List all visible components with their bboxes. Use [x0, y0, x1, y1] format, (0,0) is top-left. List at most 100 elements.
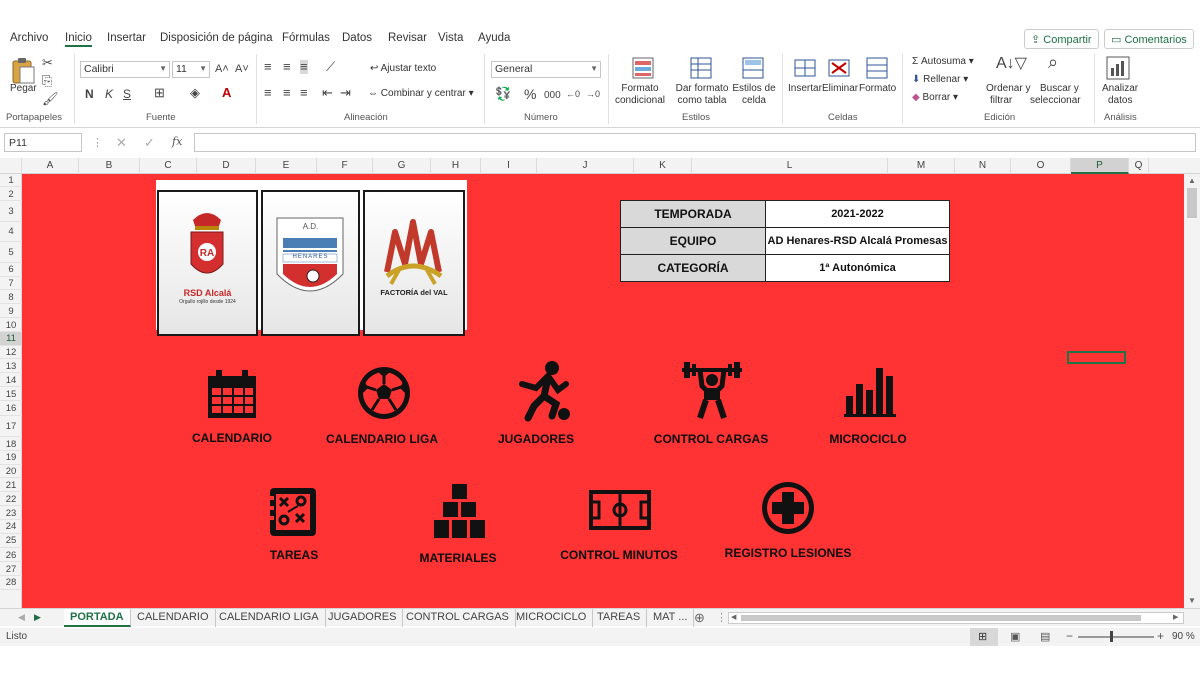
row-header[interactable]: 20 [0, 465, 22, 479]
copy-icon[interactable]: ⎘ [42, 74, 52, 88]
row-header[interactable]: 7 [0, 277, 22, 291]
underline-button[interactable]: S [123, 87, 131, 101]
scroll-down-icon[interactable]: ▼ [1188, 596, 1196, 605]
menu-formulas[interactable]: Fórmulas [282, 32, 330, 44]
cell-styles-label-2[interactable]: celda [730, 95, 778, 106]
italic-button[interactable]: K [105, 87, 113, 101]
row-header[interactable]: 10 [0, 319, 22, 332]
sheet-tab[interactable]: TAREAS [591, 609, 648, 627]
find-select-label-2[interactable]: seleccionar [1030, 95, 1081, 106]
zoom-thumb[interactable] [1110, 631, 1113, 642]
row-header[interactable]: 2 [0, 188, 22, 201]
page-break-icon[interactable]: ▤ [1040, 630, 1050, 643]
sort-filter-icon[interactable]: A↓▽ [996, 56, 1027, 72]
label-calendario[interactable]: CALENDARIO [192, 431, 272, 445]
category-value[interactable]: 1ª Autonómica [765, 254, 950, 282]
tile-control-cargas[interactable] [682, 360, 742, 423]
sheet-tab[interactable]: MICROCICLO [510, 609, 594, 627]
column-header[interactable]: P [1071, 158, 1129, 174]
currency-icon[interactable]: 💱 [495, 87, 511, 101]
fill-color-icon[interactable]: ◈ [190, 86, 200, 100]
zoom-out-icon[interactable]: − [1066, 629, 1073, 643]
selected-cell-p11[interactable] [1067, 351, 1126, 364]
cut-icon[interactable]: ✂ [42, 56, 53, 70]
row-header[interactable]: 6 [0, 263, 22, 277]
find-select-label-1[interactable]: Buscar y [1040, 83, 1079, 94]
tile-calendario[interactable] [206, 370, 258, 425]
menu-disposicion[interactable]: Disposición de página [160, 32, 273, 44]
decrease-indent-icon[interactable]: ⇤ [322, 86, 333, 100]
format-cells-label[interactable]: Formato [859, 83, 896, 94]
conditional-format-icon[interactable] [632, 57, 654, 82]
row-header[interactable]: 12 [0, 346, 22, 360]
menu-insertar[interactable]: Insertar [107, 32, 146, 44]
horizontal-scrollbar[interactable]: ◀ ▶ [728, 612, 1184, 624]
bold-button[interactable]: N [85, 87, 94, 101]
column-header[interactable]: D [197, 158, 256, 174]
normal-view-button[interactable]: ⊞ [970, 628, 998, 646]
row-header[interactable]: 3 [0, 202, 22, 222]
row-header[interactable]: 16 [0, 401, 22, 417]
comments-button[interactable]: ▭ Comentarios [1104, 29, 1194, 49]
row-header[interactable]: 18 [0, 438, 22, 451]
row-header[interactable]: 17 [0, 417, 22, 437]
delete-cells-icon[interactable] [828, 57, 852, 82]
tile-microciclo[interactable] [844, 364, 896, 421]
format-painter-icon[interactable]: 🖌 [42, 92, 59, 106]
insert-function-icon[interactable]: fx [172, 135, 182, 148]
decrease-decimal-icon[interactable]: →0 [586, 87, 600, 101]
increase-indent-icon[interactable]: ⇥ [340, 86, 351, 100]
search-icon[interactable]: ⌕ [1048, 53, 1058, 71]
percent-icon[interactable]: % [524, 87, 536, 101]
column-header[interactable]: I [481, 158, 537, 174]
number-format-select[interactable]: General ▼ [491, 61, 601, 78]
sort-filter-label-1[interactable]: Ordenar y [986, 83, 1030, 94]
cell-styles-icon[interactable] [742, 57, 766, 82]
column-header[interactable]: L [692, 158, 888, 174]
row-header[interactable]: 27 [0, 563, 22, 576]
prev-sheet-icon[interactable]: ◀ [18, 612, 25, 623]
name-box[interactable]: P11 [4, 133, 82, 152]
tile-calendario-liga[interactable] [356, 364, 412, 425]
scroll-left-icon[interactable]: ◀ [731, 613, 736, 621]
column-header[interactable]: A [22, 158, 79, 174]
format-table-icon[interactable] [690, 57, 714, 82]
label-tareas[interactable]: TAREAS [270, 548, 318, 562]
font-name-select[interactable]: Calibri ▼ [80, 61, 170, 78]
menu-archivo[interactable]: Archivo [10, 32, 48, 44]
column-header[interactable]: G [373, 158, 431, 174]
scroll-right-icon[interactable]: ▶ [1173, 613, 1178, 621]
paste-label[interactable]: Pegar [10, 83, 37, 94]
orientation-icon[interactable]: ⟋ [326, 60, 335, 74]
menu-vista[interactable]: Vista [438, 32, 463, 44]
label-calendario-liga[interactable]: CALENDARIO LIGA [326, 432, 438, 446]
confirm-icon[interactable]: ✓ [144, 135, 155, 151]
decrease-font-icon[interactable]: A˅ [235, 62, 249, 76]
sheet-tab[interactable]: JUGADORES [322, 609, 404, 627]
menu-ayuda[interactable]: Ayuda [478, 32, 510, 44]
align-center-icon[interactable]: ≡ [283, 86, 291, 100]
format-table-label-1[interactable]: Dar formato [674, 83, 730, 94]
vertical-scrollbar[interactable]: ▲ ▼ [1184, 174, 1200, 608]
sort-filter-label-2[interactable]: filtrar [990, 95, 1012, 106]
font-color-icon[interactable]: A [222, 86, 231, 100]
row-header[interactable]: 1 [0, 174, 22, 188]
tile-jugadores[interactable] [508, 360, 572, 425]
team-value[interactable]: AD Henares-RSD Alcalá Promesas [765, 227, 950, 255]
zoom-level[interactable]: 90 % [1172, 631, 1195, 642]
formula-input[interactable] [194, 133, 1196, 152]
row-header[interactable]: 4 [0, 222, 22, 243]
label-registro-lesiones[interactable]: REGISTRO LESIONES [725, 546, 852, 560]
align-bottom-icon[interactable]: ≡ [300, 60, 308, 74]
row-header[interactable]: 26 [0, 549, 22, 562]
sheet-tab[interactable]: CALENDARIO [131, 609, 216, 627]
menu-datos[interactable]: Datos [342, 32, 372, 44]
format-table-label-2[interactable]: como tabla [674, 95, 730, 106]
row-header[interactable]: 14 [0, 374, 22, 387]
label-microciclo[interactable]: MICROCICLO [829, 432, 906, 446]
delete-cells-label[interactable]: Eliminar [822, 83, 858, 94]
label-materiales[interactable]: MATERIALES [419, 551, 496, 565]
menu-inicio[interactable]: Inicio [65, 32, 92, 47]
share-button[interactable]: ⇪ Compartir [1024, 29, 1099, 49]
align-left-icon[interactable]: ≡ [264, 86, 272, 100]
